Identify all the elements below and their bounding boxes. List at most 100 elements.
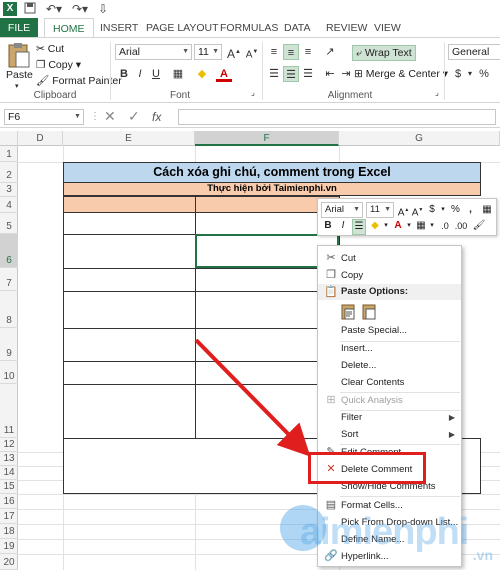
merge-center-button[interactable]: ⊞ Merge & Center ▾ bbox=[354, 67, 448, 81]
currency-button[interactable]: $ bbox=[426, 203, 438, 217]
menu-item-sort[interactable]: Sort ▶ bbox=[318, 426, 461, 443]
table-cell[interactable] bbox=[63, 361, 196, 385]
wrap-text-button[interactable]: ⤶ Wrap Text bbox=[352, 45, 416, 61]
tab-data[interactable]: DATA bbox=[276, 18, 318, 38]
mini-size-combo[interactable]: 11 ▼ bbox=[366, 202, 394, 218]
table-cell[interactable] bbox=[63, 196, 196, 213]
italic-button[interactable]: I bbox=[132, 66, 148, 82]
number-format-combo[interactable]: General bbox=[448, 44, 500, 60]
chevron-down-icon[interactable]: ▾ bbox=[382, 219, 390, 233]
tab-view[interactable]: VIEW bbox=[366, 18, 409, 38]
shrink-font-icon[interactable]: A▼ bbox=[411, 203, 424, 220]
row-header[interactable]: 16 bbox=[0, 494, 18, 509]
paste-icon[interactable] bbox=[340, 303, 358, 321]
row-header[interactable]: 19 bbox=[0, 539, 18, 554]
row-header[interactable]: 4 bbox=[0, 197, 18, 213]
increase-indent-icon[interactable]: ⇥ bbox=[338, 66, 354, 82]
row-header[interactable]: 13 bbox=[0, 452, 18, 466]
undo-icon[interactable]: ↶▾ bbox=[46, 2, 62, 16]
grow-font-icon[interactable]: A▲ bbox=[226, 44, 242, 61]
orientation-icon[interactable]: ↗ bbox=[322, 44, 338, 60]
italic-button[interactable]: I bbox=[337, 219, 349, 233]
percent-button[interactable]: % bbox=[449, 203, 462, 217]
align-top-icon[interactable]: ≡ bbox=[266, 44, 282, 60]
table-cell[interactable] bbox=[63, 212, 196, 235]
align-left-icon[interactable]: ☰ bbox=[266, 66, 282, 82]
customize-toolbar-icon[interactable]: ⇩ bbox=[98, 2, 108, 16]
table-cell[interactable] bbox=[63, 291, 196, 329]
dialog-launcher-icon[interactable]: ⌟ bbox=[432, 88, 442, 98]
row-header[interactable]: 2 bbox=[0, 162, 18, 183]
align-right-icon[interactable]: ☰ bbox=[300, 66, 316, 82]
table-cell[interactable] bbox=[63, 268, 196, 292]
underline-button[interactable]: U bbox=[148, 66, 164, 82]
sheet-title-cell[interactable]: Cách xóa ghi chú, comment trong Excel bbox=[63, 162, 481, 183]
format-painter-button[interactable]: 🖌 Format Painter bbox=[36, 74, 122, 88]
table-cell[interactable] bbox=[63, 328, 196, 362]
menu-item-cut[interactable]: ✂ Cut bbox=[318, 250, 461, 267]
table-cell[interactable] bbox=[63, 384, 196, 439]
row-header[interactable]: 8 bbox=[0, 291, 18, 328]
table-cell[interactable] bbox=[63, 234, 196, 269]
percent-button[interactable]: % bbox=[476, 66, 492, 82]
paste-dropdown-icon[interactable]: ▾ bbox=[15, 80, 19, 94]
menu-item-insert[interactable]: Insert... bbox=[318, 340, 461, 357]
bold-button[interactable]: B bbox=[322, 219, 334, 233]
comma-style-button[interactable]: , bbox=[464, 203, 477, 217]
chevron-down-icon[interactable]: ▾ bbox=[405, 219, 413, 233]
menu-item-copy[interactable]: ❐ Copy bbox=[318, 267, 461, 284]
cut-button[interactable]: ✂ Cut bbox=[36, 42, 64, 56]
menu-item-paste-special[interactable]: Paste Special... bbox=[318, 322, 461, 339]
row-header[interactable]: 7 bbox=[0, 268, 18, 291]
format-table-icon[interactable]: ▦ bbox=[480, 203, 494, 217]
row-header[interactable]: 1 bbox=[0, 146, 18, 162]
chevron-down-icon[interactable]: ▼ bbox=[74, 109, 81, 125]
sheet-subtitle-cell[interactable]: Thực hiện bởi Taimienphi.vn bbox=[63, 183, 481, 196]
select-all-corner[interactable] bbox=[0, 131, 18, 146]
borders-icon[interactable]: ▦ bbox=[415, 219, 427, 233]
row-header[interactable]: 5 bbox=[0, 213, 18, 234]
format-painter-icon[interactable]: 🖌 bbox=[472, 219, 486, 233]
bold-button[interactable]: B bbox=[116, 66, 132, 82]
column-header-f[interactable]: F bbox=[195, 131, 339, 146]
row-header[interactable]: 12 bbox=[0, 438, 18, 452]
redo-icon[interactable]: ↷▾ bbox=[72, 2, 88, 16]
font-color-icon[interactable]: A bbox=[392, 219, 404, 233]
chevron-down-icon[interactable]: ▾ bbox=[439, 203, 447, 217]
row-header-selected[interactable]: 6 bbox=[0, 234, 18, 268]
align-bottom-icon[interactable]: ≡ bbox=[300, 44, 316, 60]
row-header[interactable]: 17 bbox=[0, 509, 18, 524]
dialog-launcher-icon[interactable]: ⌟ bbox=[248, 88, 258, 98]
formula-input[interactable] bbox=[178, 109, 496, 125]
decrease-decimal-icon[interactable]: .00 bbox=[454, 219, 468, 233]
row-header[interactable]: 20 bbox=[0, 554, 18, 570]
name-box[interactable]: F6 bbox=[4, 109, 84, 125]
font-size-combo[interactable]: 11 ▼ bbox=[194, 44, 222, 60]
paste-button[interactable]: Paste bbox=[6, 68, 33, 82]
column-header-e[interactable]: E bbox=[63, 131, 195, 146]
fill-color-icon[interactable]: ◆ bbox=[194, 66, 210, 82]
chevron-down-icon[interactable]: ▾ bbox=[428, 219, 436, 233]
borders-icon[interactable]: ▦ bbox=[170, 66, 186, 82]
fill-color-icon[interactable]: ◆ bbox=[369, 219, 381, 233]
paste-icon[interactable] bbox=[6, 42, 32, 68]
align-center-icon[interactable]: ☰ bbox=[352, 219, 366, 235]
row-header[interactable]: 15 bbox=[0, 480, 18, 494]
mini-font-combo[interactable]: Arial ▼ bbox=[321, 202, 363, 218]
column-header-d[interactable]: D bbox=[18, 131, 63, 146]
menu-item-clear-contents[interactable]: Clear Contents bbox=[318, 374, 461, 391]
column-header-g[interactable]: G bbox=[339, 131, 500, 146]
font-color-icon[interactable]: A bbox=[216, 66, 232, 82]
menu-item-delete[interactable]: Delete... bbox=[318, 357, 461, 374]
tab-home[interactable]: HOME bbox=[44, 18, 94, 38]
save-icon[interactable] bbox=[24, 2, 36, 16]
row-header[interactable]: 9 bbox=[0, 328, 18, 361]
row-header[interactable]: 3 bbox=[0, 183, 18, 197]
row-header[interactable]: 11 bbox=[0, 384, 18, 438]
row-header[interactable]: 14 bbox=[0, 466, 18, 480]
insert-function-icon[interactable]: fx bbox=[152, 109, 161, 125]
paste-values-icon[interactable] bbox=[361, 303, 379, 321]
row-header[interactable]: 10 bbox=[0, 361, 18, 384]
row-header[interactable]: 18 bbox=[0, 524, 18, 539]
increase-decimal-icon[interactable]: .0 bbox=[438, 219, 452, 233]
